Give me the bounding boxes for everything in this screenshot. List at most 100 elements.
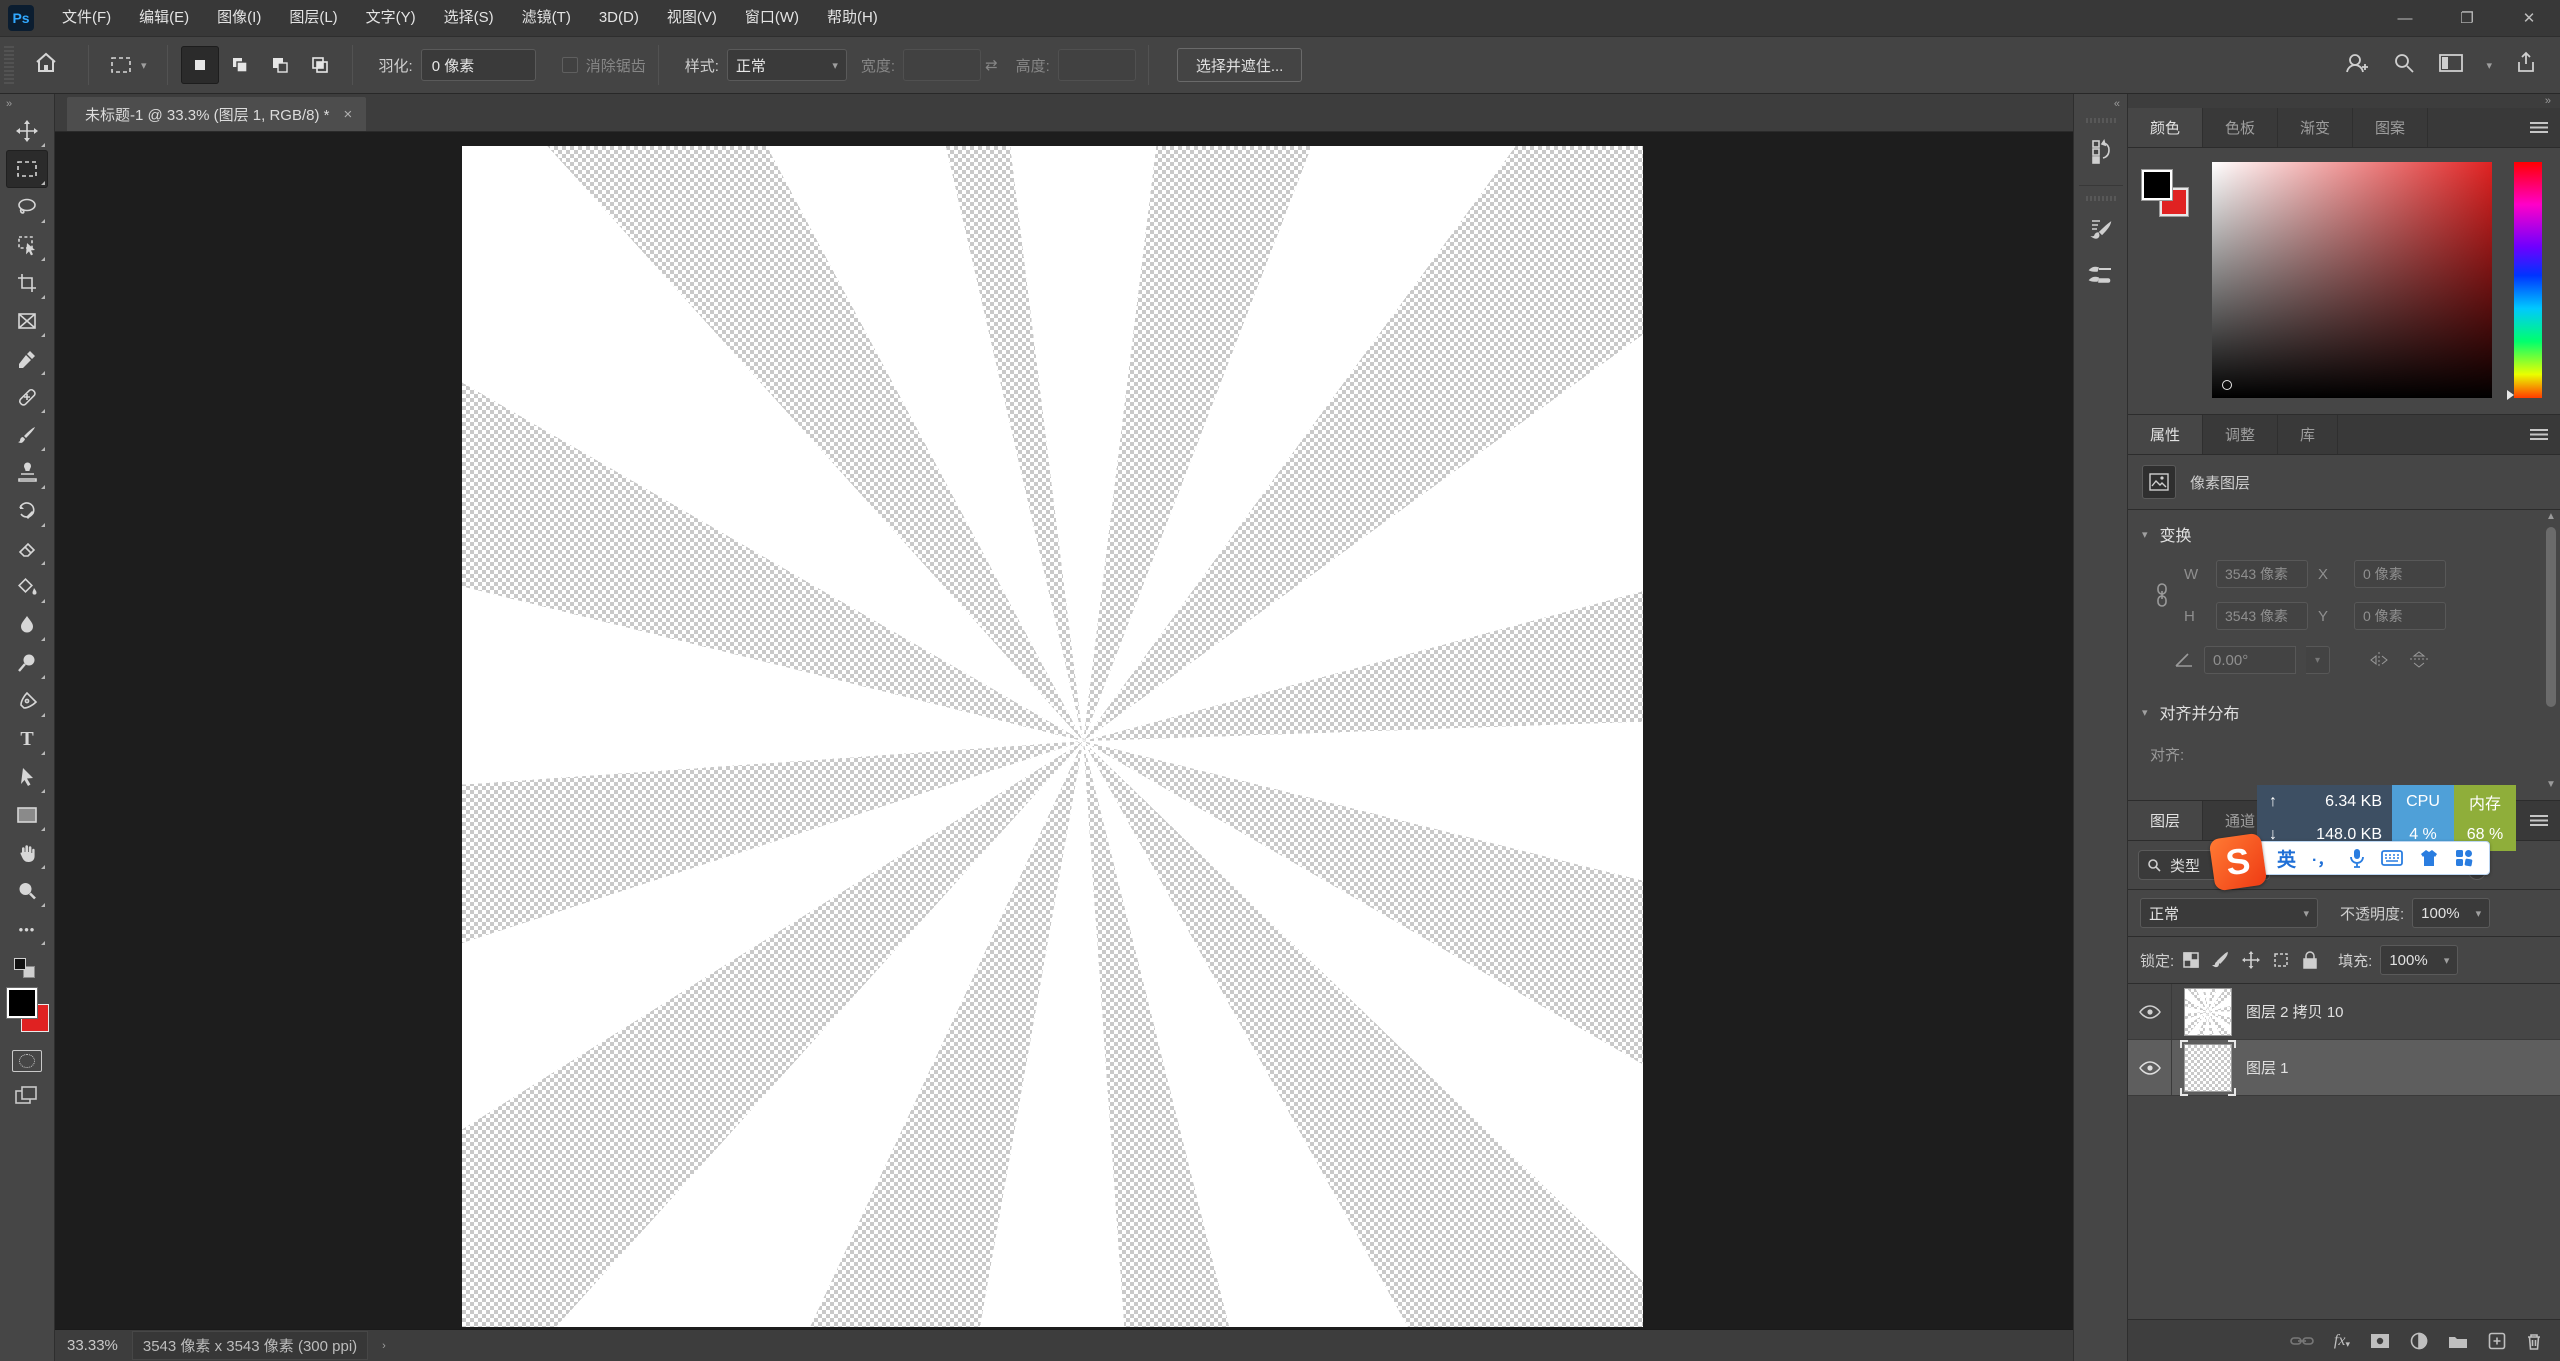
frame-tool[interactable] bbox=[6, 302, 48, 340]
transform-section-header[interactable]: ▾ 变换 bbox=[2128, 510, 2560, 552]
tab-properties[interactable]: 属性 bbox=[2128, 415, 2204, 454]
new-layer-icon[interactable] bbox=[2488, 1332, 2506, 1350]
crop-tool[interactable] bbox=[6, 264, 48, 302]
tab-color[interactable]: 颜色 bbox=[2128, 108, 2204, 147]
close-button[interactable]: ✕ bbox=[2498, 0, 2560, 36]
layer-thumbnail[interactable] bbox=[2180, 1039, 2236, 1096]
object-selection-tool[interactable] bbox=[6, 226, 48, 264]
panel-menu-icon[interactable] bbox=[2530, 428, 2560, 441]
menu-file[interactable]: 文件(F) bbox=[48, 0, 125, 36]
style-select[interactable]: 正常 ▾ bbox=[726, 49, 847, 81]
eyedropper-tool[interactable] bbox=[6, 340, 48, 378]
add-adjustment-icon[interactable] bbox=[2410, 1332, 2428, 1350]
hue-slider[interactable] bbox=[2507, 162, 2542, 400]
brush-settings-icon[interactable] bbox=[2081, 209, 2121, 249]
menu-filter[interactable]: 滤镜(T) bbox=[508, 0, 585, 36]
menu-select[interactable]: 选择(S) bbox=[430, 0, 508, 36]
type-tool[interactable]: T bbox=[6, 720, 48, 758]
menu-image[interactable]: 图像(I) bbox=[203, 0, 275, 36]
scrollbar-thumb[interactable] bbox=[2546, 527, 2556, 707]
new-group-icon[interactable] bbox=[2448, 1333, 2468, 1349]
color-swatches[interactable] bbox=[2140, 162, 2202, 242]
layer-row[interactable]: 图层 1 bbox=[2128, 1039, 2560, 1096]
hand-tool[interactable] bbox=[6, 834, 48, 872]
expand-panels-icon[interactable]: « bbox=[2106, 94, 2127, 112]
menu-type[interactable]: 文字(Y) bbox=[352, 0, 430, 36]
canvas-artboard[interactable] bbox=[462, 146, 1643, 1327]
collapse-dock-icon[interactable]: » bbox=[2128, 94, 2560, 108]
sogou-logo[interactable]: S bbox=[2208, 832, 2268, 892]
toolbar-collapse-icon[interactable]: » bbox=[0, 96, 17, 112]
subtract-from-selection-mode-button[interactable] bbox=[261, 46, 299, 84]
screen-mode-button[interactable] bbox=[13, 1084, 41, 1112]
canvas-pasteboard[interactable] bbox=[55, 132, 2073, 1329]
close-tab-icon[interactable]: × bbox=[343, 106, 352, 123]
quick-mask-button[interactable] bbox=[12, 1050, 42, 1072]
properties-scrollbar[interactable]: ▲ ▼ bbox=[2544, 511, 2558, 790]
status-chevron-icon[interactable]: › bbox=[382, 1340, 386, 1352]
zoom-tool[interactable] bbox=[6, 872, 48, 910]
dock-grip[interactable] bbox=[2085, 118, 2116, 123]
fill-select[interactable]: 100% ▾ bbox=[2380, 945, 2459, 975]
chevron-down-icon[interactable]: ▾ bbox=[2486, 59, 2492, 72]
color-field-marker[interactable] bbox=[2222, 380, 2232, 390]
skin-icon[interactable] bbox=[2419, 849, 2439, 867]
paint-bucket-tool[interactable] bbox=[6, 568, 48, 606]
link-dimensions-icon[interactable] bbox=[2150, 582, 2174, 608]
foreground-background-swatches[interactable] bbox=[5, 987, 49, 1032]
brush-tool[interactable] bbox=[6, 416, 48, 454]
mic-icon[interactable] bbox=[2349, 848, 2365, 868]
tab-libraries[interactable]: 库 bbox=[2278, 415, 2339, 454]
add-user-icon[interactable] bbox=[2344, 51, 2370, 79]
scroll-up-icon[interactable]: ▲ bbox=[2544, 511, 2558, 522]
layer-thumbnail[interactable] bbox=[2184, 987, 2232, 1036]
lock-artboard-icon[interactable] bbox=[2272, 951, 2290, 969]
flip-vertical-icon[interactable] bbox=[2408, 651, 2430, 669]
layer-style-fx-icon[interactable]: fx▾ bbox=[2334, 1332, 2350, 1350]
lock-transparent-icon[interactable] bbox=[2182, 951, 2200, 969]
hue-slider-marker[interactable] bbox=[2507, 390, 2514, 400]
panel-menu-icon[interactable] bbox=[2530, 814, 2560, 827]
move-tool[interactable] bbox=[6, 112, 48, 150]
select-and-mask-button[interactable]: 选择并遮住... bbox=[1176, 48, 1303, 82]
add-to-selection-mode-button[interactable] bbox=[221, 46, 259, 84]
options-grip[interactable] bbox=[4, 46, 14, 84]
menu-edit[interactable]: 编辑(E) bbox=[125, 0, 203, 36]
panel-menu-icon[interactable] bbox=[2530, 121, 2560, 134]
scroll-down-icon[interactable]: ▼ bbox=[2544, 779, 2558, 790]
intersect-selection-mode-button[interactable] bbox=[301, 46, 339, 84]
layer-name[interactable]: 图层 2 拷贝 10 bbox=[2246, 1001, 2344, 1022]
history-icon[interactable] bbox=[2081, 131, 2121, 171]
new-selection-mode-button[interactable] bbox=[180, 46, 219, 84]
minimize-button[interactable]: — bbox=[2374, 0, 2436, 36]
language-mode-button[interactable]: 英 bbox=[2277, 845, 2296, 872]
menu-window[interactable]: 窗口(W) bbox=[731, 0, 813, 36]
search-icon[interactable] bbox=[2392, 51, 2416, 79]
tab-gradients[interactable]: 渐变 bbox=[2278, 108, 2354, 147]
link-layers-icon[interactable] bbox=[2290, 1334, 2314, 1348]
blur-tool[interactable] bbox=[6, 606, 48, 644]
swap-dimensions-icon[interactable]: ⇄ bbox=[985, 56, 998, 74]
history-brush-tool[interactable] bbox=[6, 492, 48, 530]
dock-grip[interactable] bbox=[2085, 196, 2116, 201]
share-icon[interactable] bbox=[2514, 51, 2538, 79]
document-tab[interactable]: 未标题-1 @ 33.3% (图层 1, RGB/8) * × bbox=[67, 97, 367, 131]
more-tools-icon[interactable]: ••• bbox=[6, 910, 48, 948]
zoom-level[interactable]: 33.33% bbox=[67, 1337, 118, 1354]
feather-input[interactable] bbox=[420, 49, 536, 81]
menu-3d[interactable]: 3D(D) bbox=[585, 0, 653, 36]
layer-row[interactable]: 图层 2 拷贝 10 bbox=[2128, 984, 2560, 1040]
flip-horizontal-icon[interactable] bbox=[2368, 651, 2390, 669]
rectangular-marquee-tool[interactable] bbox=[6, 150, 48, 188]
rectangle-shape-tool[interactable] bbox=[6, 796, 48, 834]
keyboard-icon[interactable] bbox=[2381, 850, 2404, 866]
tool-preset-picker[interactable]: ▾ bbox=[101, 50, 155, 80]
opacity-select[interactable]: 100% ▾ bbox=[2412, 898, 2491, 928]
lock-position-icon[interactable] bbox=[2242, 951, 2261, 969]
default-swap-colors-icon[interactable] bbox=[14, 958, 40, 980]
antialias-checkbox[interactable] bbox=[561, 57, 578, 73]
align-section-header[interactable]: ▾ 对齐并分布 bbox=[2128, 688, 2560, 730]
menu-layer[interactable]: 图层(L) bbox=[275, 0, 351, 36]
delete-layer-icon[interactable] bbox=[2526, 1332, 2542, 1350]
add-mask-icon[interactable] bbox=[2370, 1333, 2390, 1349]
